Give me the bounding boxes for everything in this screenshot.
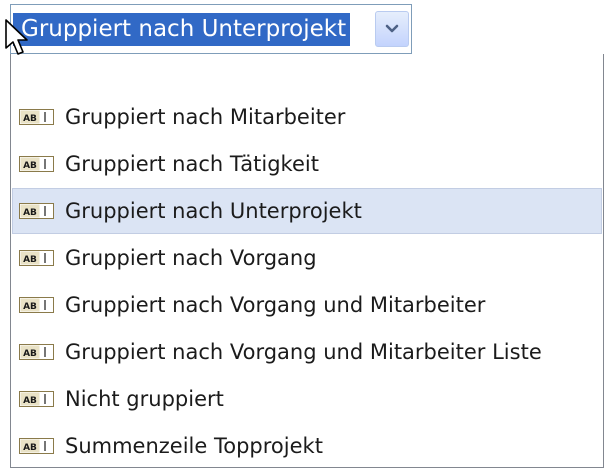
- list-item[interactable]: AB Gruppiert nach Mitarbeiter: [12, 94, 602, 140]
- text-field-icon: AB: [19, 390, 55, 408]
- dropdown-toggle-button[interactable]: [375, 11, 409, 47]
- svg-text:AB: AB: [23, 255, 37, 265]
- list-item-label: Summenzeile Topprojekt: [65, 434, 323, 458]
- list-item[interactable]: AB Gruppiert nach Vorgang und Mitarbeite…: [12, 329, 602, 375]
- list-item[interactable]: AB Summenzeile Topprojekt: [12, 423, 602, 469]
- list-item-label: Gruppiert nach Mitarbeiter: [65, 105, 346, 129]
- chevron-down-icon: [385, 24, 399, 34]
- svg-text:AB: AB: [23, 443, 37, 453]
- list-item-label: Gruppiert nach Vorgang und Mitarbeiter L…: [65, 340, 542, 364]
- svg-text:AB: AB: [23, 161, 37, 171]
- list-item[interactable]: AB Gruppiert nach Vorgang: [12, 235, 602, 281]
- svg-text:AB: AB: [23, 302, 37, 312]
- grouping-combobox[interactable]: Gruppiert nach Unterprojekt: [10, 4, 412, 54]
- text-field-icon: AB: [19, 202, 55, 220]
- text-field-icon: AB: [19, 249, 55, 267]
- svg-text:AB: AB: [23, 208, 37, 218]
- list-item[interactable]: AB Gruppiert nach Tätigkeit: [12, 141, 602, 187]
- svg-text:AB: AB: [23, 349, 37, 359]
- list-item-label: Gruppiert nach Tätigkeit: [65, 152, 319, 176]
- list-item[interactable]: AB Nicht gruppiert: [12, 376, 602, 422]
- list-item-label: Gruppiert nach Unterprojekt: [65, 199, 362, 223]
- svg-text:AB: AB: [23, 114, 37, 124]
- list-item-label: Nicht gruppiert: [65, 387, 224, 411]
- text-field-icon: AB: [19, 437, 55, 455]
- svg-text:AB: AB: [23, 396, 37, 406]
- text-field-icon: AB: [19, 343, 55, 361]
- text-field-icon: AB: [19, 296, 55, 314]
- dropdown-list: AB Gruppiert nach Mitarbeiter AB Gruppie…: [10, 54, 604, 468]
- combobox-selected-value[interactable]: Gruppiert nach Unterprojekt: [13, 13, 351, 46]
- text-field-icon: AB: [19, 155, 55, 173]
- list-item[interactable]: AB Gruppiert nach Vorgang und Mitarbeite…: [12, 282, 602, 328]
- text-field-icon: AB: [19, 108, 55, 126]
- option-list: AB Gruppiert nach Mitarbeiter AB Gruppie…: [11, 94, 603, 470]
- list-item-label: Gruppiert nach Vorgang und Mitarbeiter: [65, 293, 486, 317]
- list-item-label: Gruppiert nach Vorgang: [65, 246, 317, 270]
- screen: Gruppiert nach Unterprojekt AB Gruppiert…: [0, 0, 606, 470]
- list-item[interactable]: AB Gruppiert nach Unterprojekt: [12, 188, 602, 234]
